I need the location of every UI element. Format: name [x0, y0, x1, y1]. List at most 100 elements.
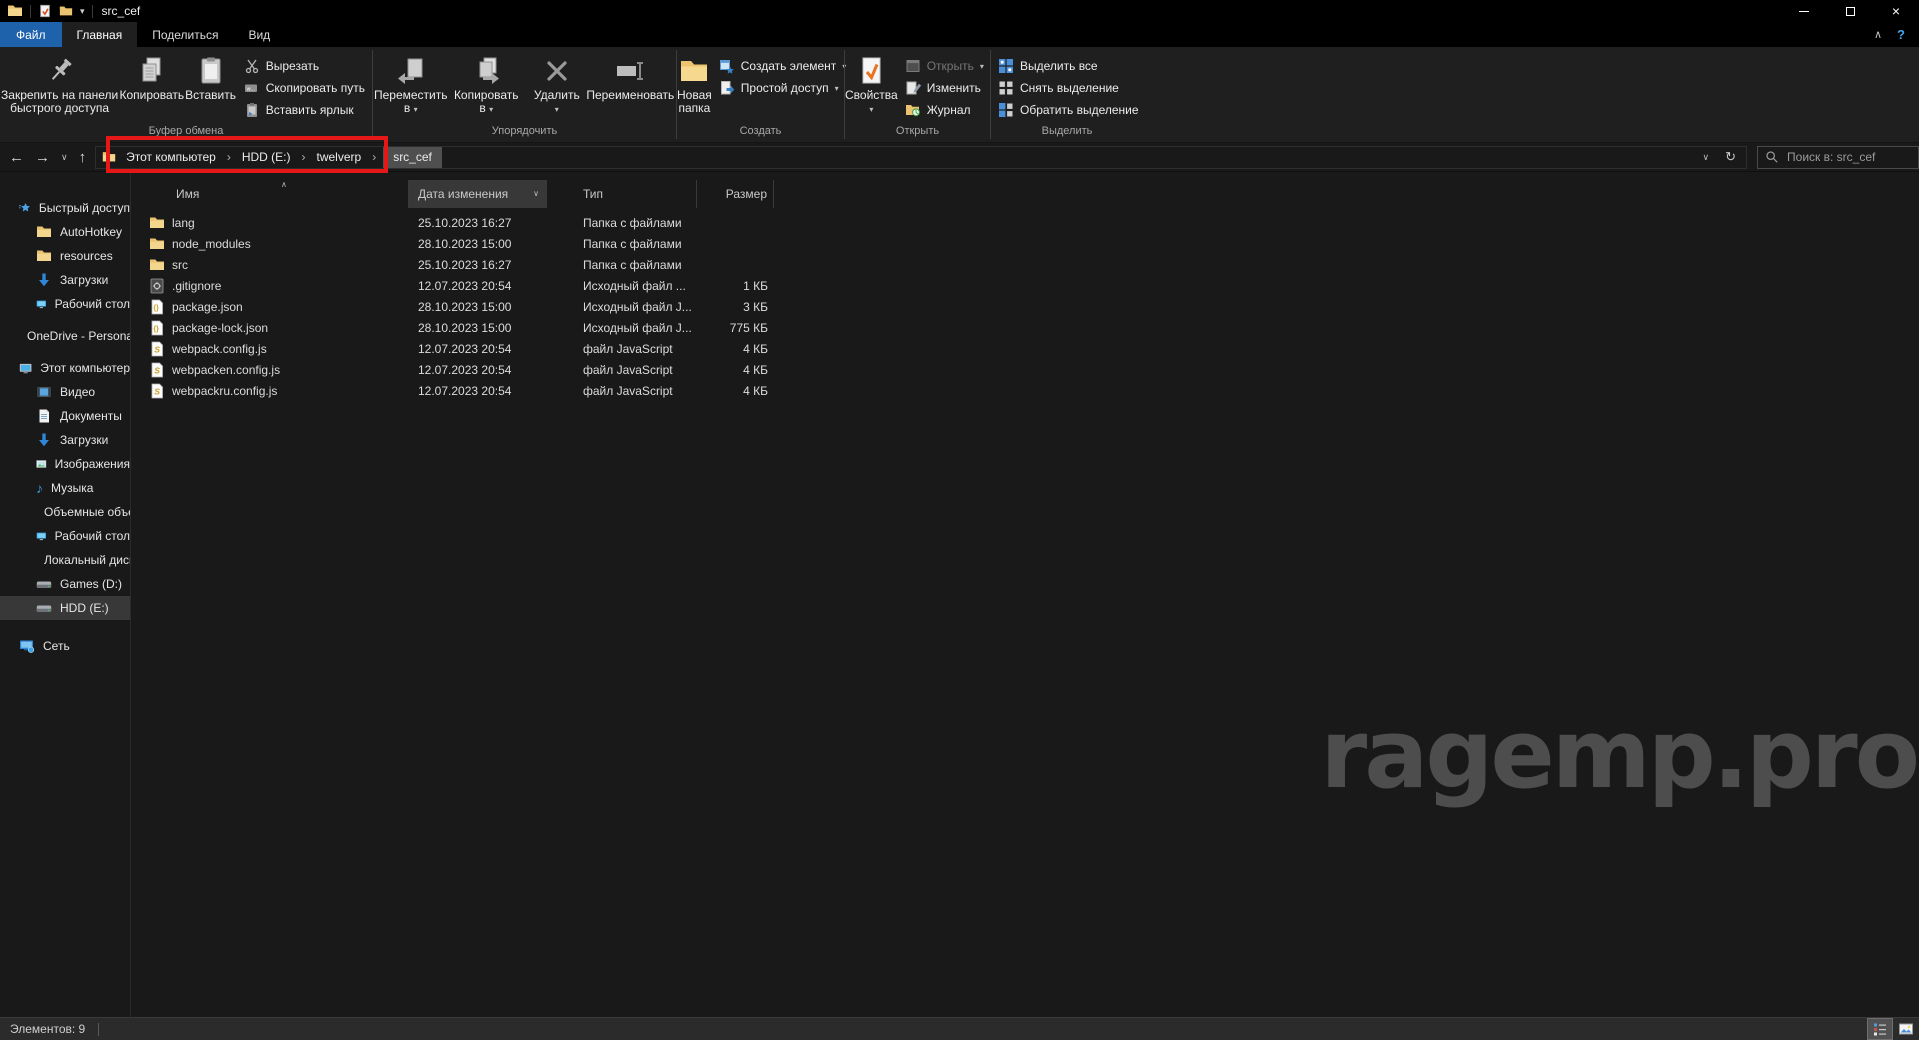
address-bar[interactable]: Этот компьютер › HDD (E:) › twelverp › s…	[95, 146, 1747, 169]
sidebar-item-documents[interactable]: Документы	[0, 404, 130, 428]
quick-access-star-icon	[19, 200, 31, 216]
sidebar-item-music[interactable]: ♪ Музыка	[0, 476, 130, 500]
breadcrumb-src-cef[interactable]: src_cef	[383, 147, 442, 168]
new-folder-button[interactable]: Новая папка	[677, 50, 712, 115]
breadcrumb-this-pc[interactable]: Этот компьютер	[122, 147, 220, 168]
easy-access-button[interactable]: Простой доступ▾	[712, 77, 854, 99]
paste-shortcut-button[interactable]: Вставить ярлык	[237, 99, 372, 121]
select-all-button[interactable]: Выделить все	[991, 55, 1146, 77]
group-label-create: Создать	[677, 125, 844, 142]
back-icon[interactable]: ←	[9, 149, 24, 166]
folder-icon	[36, 248, 52, 264]
tab-view[interactable]: Вид	[233, 22, 285, 47]
properties-quick-icon[interactable]	[38, 4, 52, 18]
forward-icon[interactable]: →	[35, 149, 50, 166]
breadcrumb-hdd-e[interactable]: HDD (E:)	[238, 147, 295, 168]
sidebar-item-games-d[interactable]: Games (D:)	[0, 572, 130, 596]
history-button[interactable]: Журнал	[898, 99, 991, 121]
up-icon[interactable]: ↑	[79, 149, 87, 166]
paste-button[interactable]: Вставить	[184, 50, 236, 102]
customize-toolbar-icon[interactable]: ▾	[80, 6, 85, 17]
sidebar-item-autohotkey[interactable]: AutoHotkey	[0, 220, 130, 244]
sidebar-item-resources[interactable]: resources	[0, 244, 130, 268]
file-row-package-lock-json[interactable]: {}package-lock.json 28.10.2023 15:00 Исх…	[131, 317, 1919, 338]
breadcrumb-chevron-icon[interactable]: ›	[295, 150, 313, 164]
new-item-button[interactable]: Создать элемент▾	[712, 55, 854, 77]
column-header-name[interactable]: ∧ Имя	[131, 180, 409, 208]
copy-button[interactable]: Копировать	[119, 50, 184, 102]
ribbon-group-organize: Переместить в ▾ Копировать в ▾ Удалить ▾…	[373, 47, 676, 142]
sidebar-item-3d-objects[interactable]: Объемные объекты	[0, 500, 130, 524]
move-to-button[interactable]: Переместить в ▾	[373, 50, 449, 116]
download-icon	[36, 272, 52, 288]
invert-selection-button[interactable]: Обратить выделение	[991, 99, 1146, 121]
desktop-icon	[36, 296, 47, 312]
address-dropdown-icon[interactable]: ∨	[1703, 152, 1710, 163]
delete-button[interactable]: Удалить ▾	[529, 50, 585, 116]
file-row-webpackru-config[interactable]: Swebpackru.config.js 12.07.2023 20:54 фа…	[131, 380, 1919, 401]
gitignore-file-icon	[149, 278, 165, 294]
file-row-webpack-config[interactable]: Swebpack.config.js 12.07.2023 20:54 файл…	[131, 338, 1919, 359]
ribbon: Закрепить на панели быстрого доступа Коп…	[0, 47, 1919, 143]
search-input[interactable]	[1787, 150, 1911, 164]
properties-button[interactable]: Свойства ▾	[845, 50, 898, 116]
help-icon[interactable]: ?	[1897, 27, 1905, 42]
open-button[interactable]: Открыть▾	[898, 55, 991, 77]
sidebar-item-network[interactable]: Сеть	[0, 634, 130, 658]
close-button[interactable]: ×	[1873, 0, 1919, 22]
maximize-button[interactable]	[1827, 0, 1873, 22]
refresh-icon[interactable]: ↻	[1725, 149, 1736, 165]
rename-button[interactable]: Переименовать	[585, 50, 676, 102]
sidebar-item-videos[interactable]: Видео	[0, 380, 130, 404]
sidebar-item-local-disk-c[interactable]: Локальный диск (C:	[0, 548, 130, 572]
group-label-clipboard: Буфер обмена	[0, 125, 372, 142]
sidebar-item-onedrive[interactable]: OneDrive - Personal	[0, 324, 130, 348]
tab-file[interactable]: Файл	[0, 22, 62, 47]
invert-selection-icon	[998, 102, 1014, 118]
breadcrumb-chevron-icon[interactable]: ›	[365, 150, 383, 164]
sidebar-item-this-pc[interactable]: Этот компьютер	[0, 356, 130, 380]
cut-button[interactable]: Вырезать	[237, 55, 372, 77]
breadcrumb-chevron-icon[interactable]: ›	[220, 150, 238, 164]
sidebar-item-downloads[interactable]: Загрузки	[0, 268, 130, 292]
collapse-ribbon-icon[interactable]: ∧	[1874, 28, 1882, 41]
recent-locations-icon[interactable]: ∨	[61, 152, 68, 163]
copy-to-button[interactable]: Копировать в ▾	[449, 50, 525, 116]
network-icon	[19, 638, 35, 654]
column-header-type[interactable]: Тип	[547, 180, 697, 208]
sidebar-item-desktop[interactable]: Рабочий стол	[0, 292, 130, 316]
file-row-node-modules[interactable]: node_modules 28.10.2023 15:00 Папка с фа…	[131, 233, 1919, 254]
sidebar-item-pictures[interactable]: Изображения	[0, 452, 130, 476]
search-box[interactable]	[1757, 146, 1919, 169]
minimize-button[interactable]	[1781, 0, 1827, 22]
file-row-lang[interactable]: lang 25.10.2023 16:27 Папка с файлами	[131, 212, 1919, 233]
file-row-webpacken-config[interactable]: Swebpacken.config.js 12.07.2023 20:54 фа…	[131, 359, 1919, 380]
pin-to-quick-access-button[interactable]: Закрепить на панели быстрого доступа	[0, 50, 119, 115]
column-header-date[interactable]: Дата изменения ∨	[409, 180, 547, 208]
sidebar-item-hdd-e[interactable]: HDD (E:)	[0, 596, 130, 620]
drive-icon	[36, 600, 52, 616]
sidebar-item-downloads-pc[interactable]: Загрузки	[0, 428, 130, 452]
close-icon: ×	[1892, 4, 1900, 18]
breadcrumb-twelverp[interactable]: twelverp	[313, 147, 366, 168]
details-view-button[interactable]	[1867, 1018, 1893, 1040]
sidebar-item-desktop-pc[interactable]: Рабочий стол	[0, 524, 130, 548]
copy-icon	[136, 55, 168, 87]
new-folder-quick-icon[interactable]	[59, 4, 73, 18]
file-row-gitignore[interactable]: .gitignore 12.07.2023 20:54 Исходный фай…	[131, 275, 1919, 296]
tab-home[interactable]: Главная	[62, 22, 138, 47]
file-row-src[interactable]: src 25.10.2023 16:27 Папка с файлами	[131, 254, 1919, 275]
thumbnails-view-button[interactable]	[1893, 1018, 1919, 1040]
sidebar: Быстрый доступ AutoHotkey resources Загр…	[0, 172, 131, 1017]
filter-caret-icon[interactable]: ∨	[533, 189, 539, 198]
history-icon	[905, 102, 921, 118]
copy-path-button[interactable]: w... Скопировать путь	[237, 77, 372, 99]
tab-share[interactable]: Поделиться	[137, 22, 233, 47]
paste-shortcut-icon	[244, 102, 260, 118]
file-row-package-json[interactable]: {}package.json 28.10.2023 15:00 Исходный…	[131, 296, 1919, 317]
edit-button[interactable]: Изменить	[898, 77, 991, 99]
new-folder-icon	[678, 55, 710, 87]
column-header-size[interactable]: Размер	[697, 180, 774, 208]
sidebar-item-quick-access[interactable]: Быстрый доступ	[0, 196, 130, 220]
select-none-button[interactable]: Снять выделение	[991, 77, 1146, 99]
